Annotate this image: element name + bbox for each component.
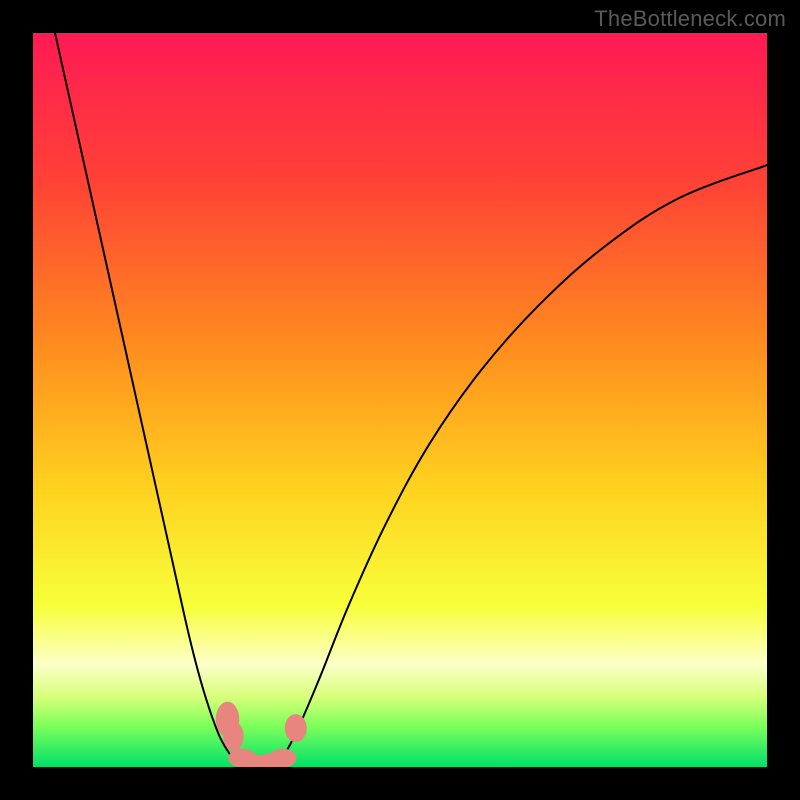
gradient-background: [33, 33, 767, 767]
curve-marker: [223, 721, 244, 750]
watermark-text: TheBottleneck.com: [594, 6, 786, 32]
bottleneck-chart: [0, 0, 800, 800]
chart-frame: TheBottleneck.com: [0, 0, 800, 800]
curve-marker: [269, 749, 297, 768]
curve-marker: [285, 714, 307, 742]
